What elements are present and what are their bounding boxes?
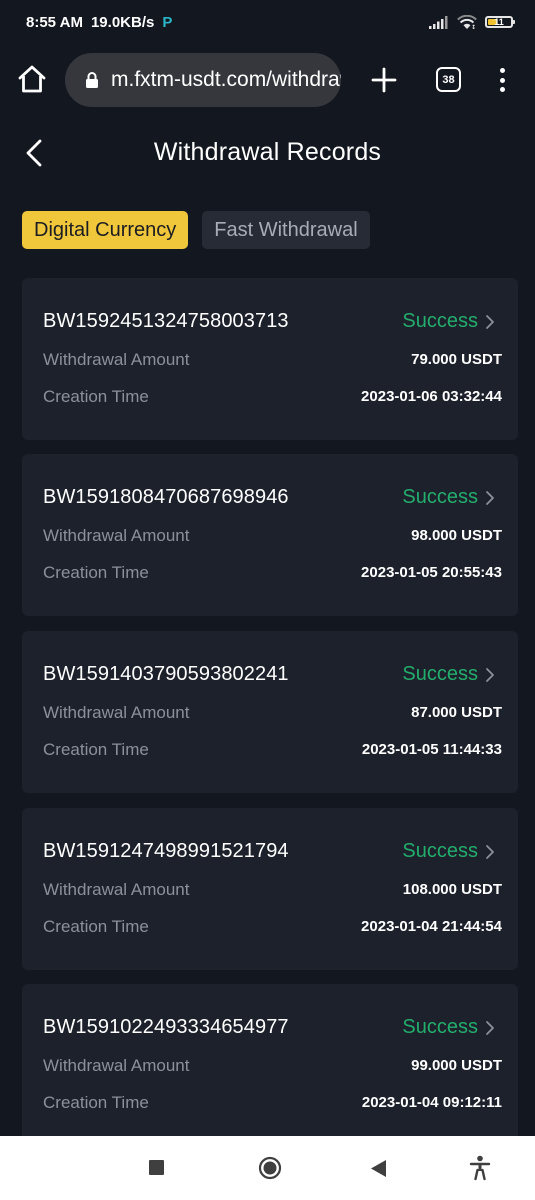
record-id: BW1591808470687698946 (43, 486, 289, 508)
withdrawal-record[interactable]: BW1591247498991521794 Success Withdrawal… (22, 808, 518, 970)
time-value: 2023-01-06 03:32:44 (361, 388, 502, 405)
battery-level: 11 (494, 17, 504, 27)
amount-value: 98.000 USDT (411, 527, 502, 544)
record-status: Success (402, 840, 496, 863)
amount-label: Withdrawal Amount (43, 350, 190, 369)
status-time: 8:55 AM (26, 13, 83, 31)
back-triangle-icon[interactable] (370, 1159, 387, 1178)
record-id: BW1591247498991521794 (43, 840, 289, 862)
chevron-right-icon (486, 490, 494, 505)
home-circle-icon[interactable] (258, 1156, 282, 1180)
status-text: Success (402, 310, 478, 332)
time-label: Creation Time (43, 917, 149, 936)
record-status: Success (402, 310, 496, 333)
amount-value: 79.000 USDT (411, 351, 502, 368)
wifi-icon: ↕ (457, 14, 477, 30)
chevron-right-icon (486, 844, 494, 859)
tab-switcher-button[interactable]: 38 (436, 67, 461, 92)
time-label: Creation Time (43, 387, 149, 406)
amount-label: Withdrawal Amount (43, 703, 190, 722)
status-bar: 8:55 AM 19.0KB/s P ↕ 11 (0, 0, 535, 44)
more-menu-icon[interactable] (496, 66, 508, 94)
status-right: ↕ 11 (429, 14, 515, 30)
amount-value: 108.000 USDT (402, 881, 502, 898)
status-network-speed: 19.0KB/s (90, 13, 155, 31)
amount-label: Withdrawal Amount (43, 526, 190, 545)
time-label: Creation Time (43, 740, 149, 759)
time-value: 2023-01-04 09:12:11 (361, 1094, 502, 1111)
amount-value: 99.000 USDT (411, 1057, 502, 1074)
home-icon[interactable] (17, 64, 47, 94)
withdrawal-record[interactable]: BW1591403790593802241 Success Withdrawal… (22, 631, 518, 793)
currency-tabs: Digital Currency Fast Withdrawal (22, 211, 370, 249)
address-bar[interactable]: m.fxtm-usdt.com/withdrawal (65, 53, 341, 107)
recent-apps-icon[interactable] (149, 1160, 164, 1175)
withdrawal-record[interactable]: BW1591022493334654977 Success Withdrawal… (22, 984, 518, 1146)
tab-digital-currency[interactable]: Digital Currency (22, 211, 189, 249)
url-text: m.fxtm-usdt.com/withdrawal (111, 68, 341, 91)
status-left: 8:55 AM 19.0KB/s P (26, 14, 172, 31)
time-label: Creation Time (43, 563, 149, 582)
tab-count: 38 (442, 73, 455, 86)
time-value: 2023-01-04 21:44:54 (361, 918, 502, 935)
record-id: BW1591022493334654977 (43, 1016, 289, 1038)
status-text: Success (402, 663, 478, 685)
accessibility-icon[interactable] (469, 1155, 491, 1181)
status-text: Success (402, 1016, 478, 1038)
record-status: Success (402, 486, 496, 509)
browser-toolbar: m.fxtm-usdt.com/withdrawal 38 (0, 44, 535, 116)
time-label: Creation Time (43, 1093, 149, 1112)
tab-fast-withdrawal[interactable]: Fast Withdrawal (202, 211, 370, 249)
time-value: 2023-01-05 11:44:33 (361, 741, 502, 758)
system-navigation-bar (0, 1136, 535, 1200)
battery-icon: 11 (485, 16, 515, 28)
lock-icon (86, 72, 98, 88)
amount-label: Withdrawal Amount (43, 1056, 190, 1075)
notification-app-icon: P (162, 13, 173, 31)
status-text: Success (402, 486, 478, 508)
record-status: Success (402, 1016, 496, 1039)
amount-value: 87.000 USDT (411, 704, 502, 721)
signal-icon (429, 15, 448, 29)
withdrawal-record[interactable]: BW1592451324758003713 Success Withdrawal… (22, 278, 518, 440)
page-title: Withdrawal Records (153, 138, 382, 166)
record-id: BW1591403790593802241 (43, 663, 289, 685)
page-header: Withdrawal Records (0, 116, 535, 188)
amount-label: Withdrawal Amount (43, 880, 190, 899)
record-id: BW1592451324758003713 (43, 310, 289, 332)
record-status: Success (402, 663, 496, 686)
time-value: 2023-01-05 20:55:43 (361, 564, 502, 581)
withdrawal-record[interactable]: BW1591808470687698946 Success Withdrawal… (22, 454, 518, 616)
chevron-right-icon (486, 1020, 494, 1035)
svg-text:↕: ↕ (471, 24, 476, 30)
chevron-right-icon (486, 667, 494, 682)
status-text: Success (402, 840, 478, 862)
new-tab-icon[interactable] (370, 66, 398, 94)
chevron-right-icon (486, 314, 494, 329)
